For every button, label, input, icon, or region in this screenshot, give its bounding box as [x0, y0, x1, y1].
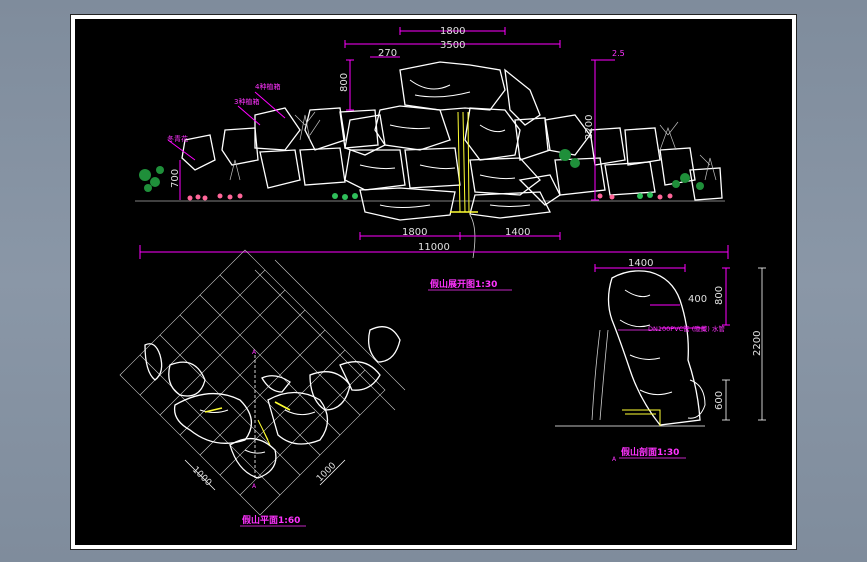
section-rocks [555, 270, 706, 427]
elevation-title: 假山展开图1:30 [430, 278, 497, 290]
dim-right-vertical: 2200 [584, 115, 595, 140]
dim-left-vertical: 800 [339, 73, 350, 92]
dim-bottom-left: 1800 [402, 227, 427, 238]
plan-view: A A 1000 1000 假山平面1:60 [119, 249, 406, 527]
plan-rocks [144, 326, 401, 479]
section-marker: A [612, 456, 617, 463]
plan-marker-bottom: A [252, 483, 257, 490]
plan-title: 假山平面1:60 [242, 514, 300, 526]
section-dim-inner: 400 [688, 294, 707, 305]
section-dim-top: 1400 [628, 258, 653, 269]
plan-dim-right: 1000 [315, 461, 338, 484]
plan-grid [119, 249, 406, 516]
note-n2: 3种植箱 [234, 97, 259, 106]
note-n3: 冬青花 [167, 134, 188, 143]
level-mark: 2.5 [612, 49, 625, 58]
section-dim-lower-vertical: 600 [714, 391, 725, 410]
section-water [618, 329, 661, 426]
dim-top-outer: 3500 [440, 40, 465, 51]
dim-bottom-right: 1400 [505, 227, 530, 238]
dim-overall: 11000 [418, 242, 450, 253]
elevation-view: 1800 3500 270 800 2200 700 2.5 1800 1400… [135, 26, 729, 291]
section-note: DN100PVC管 (隐藏) 水管 [648, 324, 725, 333]
dim-small-left-vertical: 700 [170, 169, 181, 188]
section-title: 假山剖面1:30 [621, 446, 679, 458]
section-dim-overall-vertical: 2200 [752, 331, 763, 356]
dim-top-left: 270 [378, 48, 397, 59]
plan-marker-top: A [252, 349, 257, 356]
cad-drawing: 1800 3500 270 800 2200 700 2.5 1800 1400… [119, 26, 766, 527]
elevation-dimensions [139, 27, 729, 259]
note-n1: 4种植箱 [255, 82, 280, 91]
section-view: 1400 400 800 2200 600 DN100PVC管 (隐藏) 水管 … [555, 258, 766, 463]
dim-top-inner: 1800 [440, 26, 465, 37]
section-dim-upper-vertical: 800 [714, 286, 725, 305]
